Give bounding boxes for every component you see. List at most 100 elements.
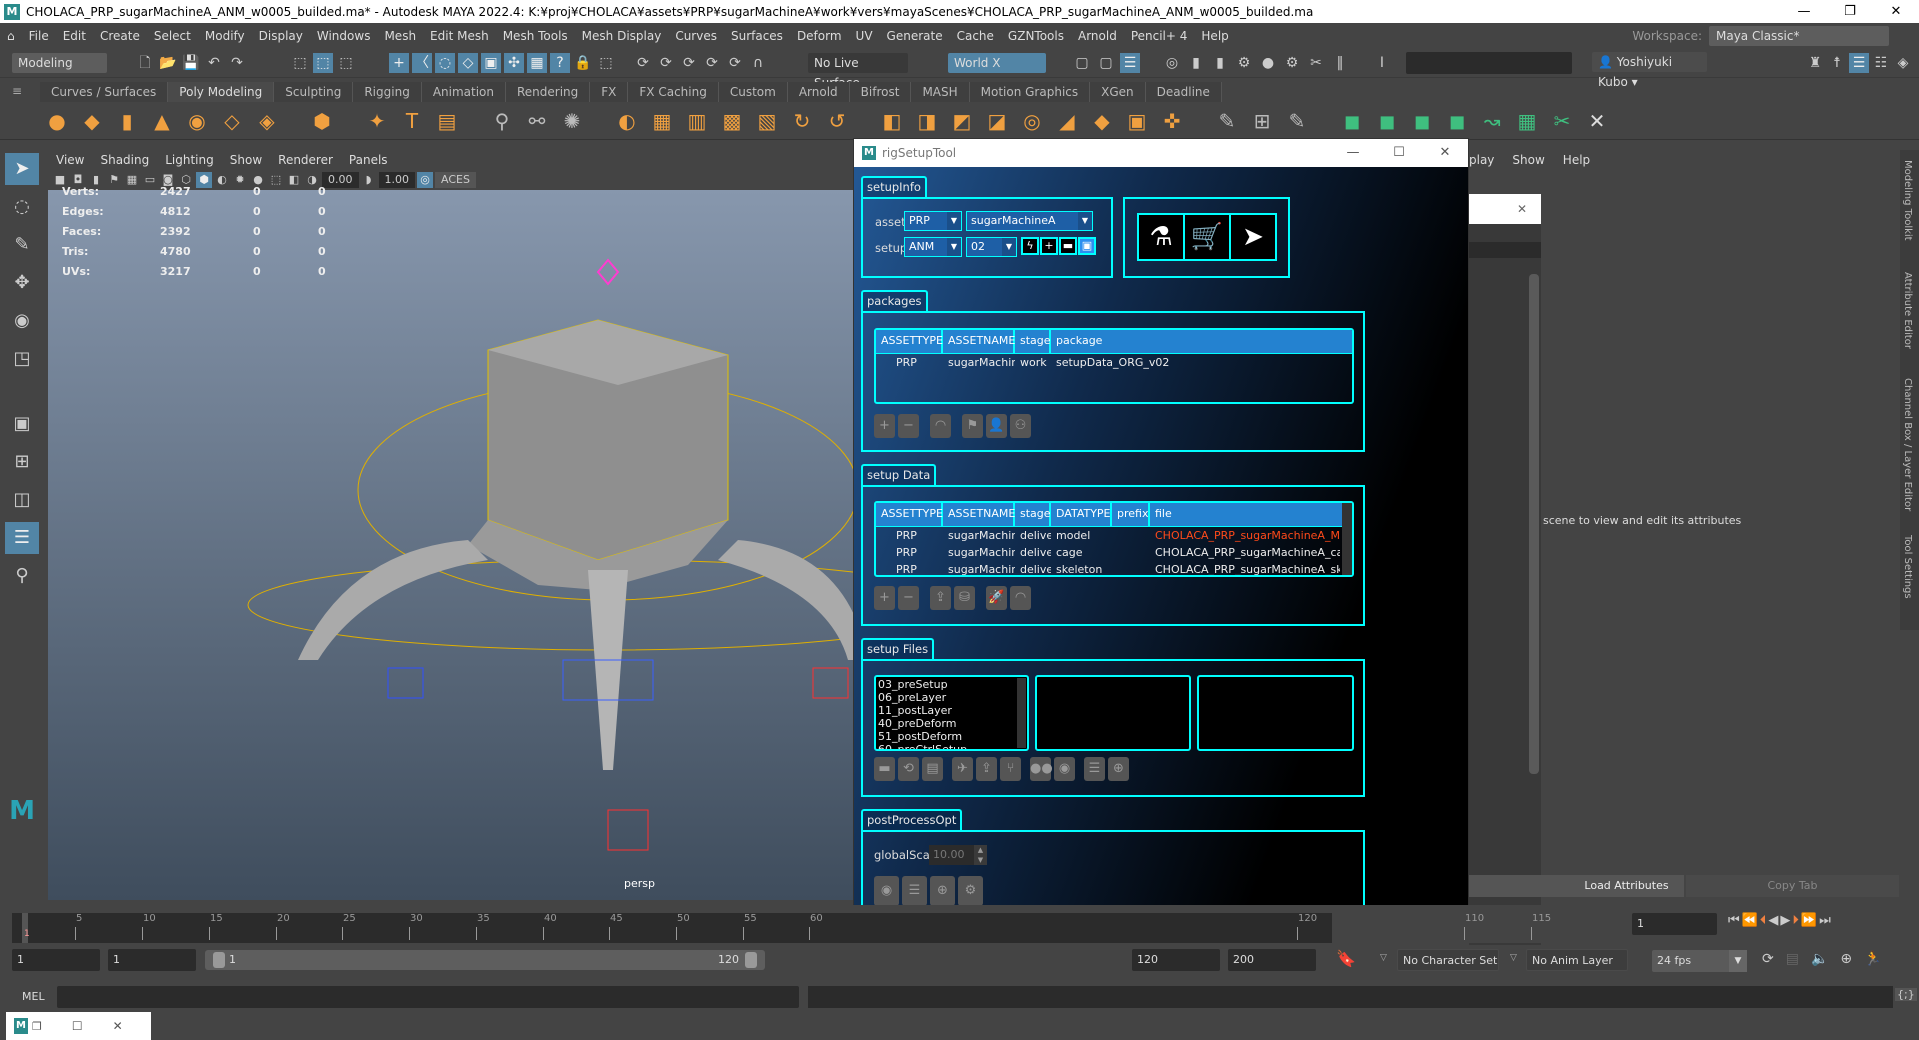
ae-menu-help[interactable]: Help (1563, 153, 1590, 167)
symmetry-icon[interactable]: ⟳ (725, 53, 745, 73)
menu-edit-mesh[interactable]: Edit Mesh (423, 29, 496, 43)
ae-menu-show[interactable]: Show (1512, 153, 1544, 167)
scrollbar[interactable] (1342, 503, 1352, 575)
shelf-tab[interactable]: MASH (911, 82, 970, 102)
play-backwards-icon[interactable]: ◀ (1768, 913, 1778, 928)
boolean-icon[interactable]: ▧ (752, 106, 782, 136)
setup-version-combo[interactable]: 02 ▼ (966, 237, 1017, 257)
single-view-icon[interactable]: ▣ (5, 408, 39, 440)
plus-icon[interactable]: + (1040, 237, 1058, 255)
poly-disc-icon[interactable]: ◈ (252, 106, 282, 136)
poly-sphere-icon[interactable]: ● (42, 106, 72, 136)
color-space-field[interactable]: ACES (435, 172, 476, 188)
folder-icon[interactable]: ▬ (1059, 237, 1077, 255)
live-surface-field[interactable]: No Live Surface (808, 53, 908, 90)
column-header[interactable]: stage (1015, 503, 1051, 526)
list-item[interactable]: 60_preCtrlSetup (878, 743, 1025, 749)
minimized-window[interactable]: M ❐ ☐ ✕ (6, 1012, 151, 1040)
menu-deform[interactable]: Deform (790, 29, 849, 43)
fps-dropdown[interactable]: 24 fps ▼ (1652, 950, 1747, 972)
end-time-field[interactable]: 200 (1228, 949, 1316, 971)
bookmark-add-icon[interactable]: 🔖 (1336, 949, 1356, 968)
shelf-tab[interactable]: Custom (718, 82, 788, 102)
document-icon[interactable]: ▤ (922, 757, 943, 781)
wedge-icon[interactable]: ◢ (1052, 106, 1082, 136)
bridge-faces-icon[interactable]: ◩ (947, 106, 977, 136)
setup-type-combo[interactable]: ANM ▼ (904, 237, 962, 257)
exposure-field[interactable]: 0.00 (322, 172, 359, 188)
axis-field[interactable]: World X (948, 53, 1046, 73)
undo-icon[interactable]: ↶ (204, 53, 224, 73)
column-header[interactable]: file (1150, 503, 1352, 526)
open-scene-icon[interactable]: 📂 (158, 53, 178, 73)
insert-loop-icon[interactable]: ⊞ (1247, 106, 1277, 136)
wifi-icon[interactable]: ◠ (930, 414, 951, 438)
select-tool-icon[interactable]: ➤ (5, 153, 39, 185)
select-component-icon[interactable]: ⬚ (336, 53, 356, 73)
dialog-close-button[interactable]: ✕ (1422, 139, 1468, 167)
render-icon[interactable]: ▮ (1186, 53, 1206, 73)
global-scale-field[interactable]: 10.00 (929, 845, 974, 865)
list-icon[interactable]: ☰ (902, 876, 927, 906)
load-attributes-button[interactable]: Load Attributes (1469, 875, 1684, 897)
mode-dropdown[interactable]: Modeling (12, 53, 107, 73)
shelf-tab[interactable]: Bifrost (849, 82, 912, 102)
render-view-icon[interactable]: ▢ (1072, 53, 1092, 73)
pause-icon[interactable]: ‖ (1330, 53, 1350, 73)
setupdata-table[interactable]: ASSETTYPE ASSETNAME stage DATATYPE prefi… (874, 501, 1354, 577)
loop-icon[interactable]: ⟳ (1762, 951, 1774, 967)
list-item[interactable]: 06_preLayer (878, 691, 1025, 704)
menu-gzntools[interactable]: GZNTools (1001, 29, 1071, 43)
play-forwards-icon[interactable]: ▶ (1780, 913, 1790, 928)
lasso-tool-icon[interactable]: ◌ (5, 191, 39, 223)
cart-icon[interactable]: 🛒 (1183, 213, 1231, 261)
list-item[interactable]: 51_postDeform (878, 730, 1025, 743)
outliner-layout-icon[interactable]: ☰ (5, 522, 39, 554)
menu-display[interactable]: Display (252, 29, 310, 43)
render-options-icon[interactable]: ⚙ (1234, 53, 1254, 73)
attribute-editor-icon[interactable]: ☰ (1849, 53, 1869, 73)
spherical-uv-icon[interactable]: ◼ (1442, 106, 1472, 136)
maximize-icon[interactable]: ☐ (72, 1019, 83, 1033)
menu-pencil[interactable]: Pencil+ 4 (1124, 29, 1195, 43)
hierarchy-icon[interactable]: ⚇ (1010, 414, 1031, 438)
svg-icon[interactable]: ▤ (432, 106, 462, 136)
bridge-icon[interactable]: ↻ (787, 106, 817, 136)
platonic-icon[interactable]: ⬢ (307, 106, 337, 136)
range-end-handle[interactable] (745, 952, 757, 968)
shelf-tab[interactable]: Sculpting (274, 82, 354, 102)
setup-files-list[interactable]: 03_preSetup 06_preLayer 11_postLayer 40_… (874, 675, 1029, 751)
add-icon[interactable]: + (874, 586, 895, 610)
snap-surface-icon[interactable]: ▣ (481, 53, 501, 73)
scrollbar[interactable] (1017, 678, 1026, 748)
arnold-tool-icon[interactable]: ✂ (1306, 53, 1326, 73)
crosshair-icon[interactable]: ⊕ (930, 876, 955, 906)
auto-uv-icon[interactable]: ↝ (1477, 106, 1507, 136)
lock-icon[interactable]: ▣ (1078, 237, 1096, 255)
viewport-menu-show[interactable]: Show (222, 153, 270, 167)
smooth-icon[interactable]: ▩ (717, 106, 747, 136)
eye-icon[interactable]: ◉ (874, 876, 899, 906)
chevron-down-icon[interactable]: ▽ (1510, 953, 1517, 963)
menu-windows[interactable]: Windows (310, 29, 378, 43)
poly-cylinder-icon[interactable]: ▮ (112, 106, 142, 136)
shelf-menu-icon[interactable]: ≡ (12, 84, 22, 98)
search-icon[interactable]: ⚲ (5, 560, 39, 592)
cut-uv-icon[interactable]: ✂ (1547, 106, 1577, 136)
four-view-icon[interactable]: ⊞ (5, 446, 39, 478)
side-tab-channel-box[interactable]: Channel Box / Layer Editor (1902, 378, 1913, 511)
poke-icon[interactable]: ◆ (1087, 106, 1117, 136)
sew-uv-icon[interactable]: ✕ (1582, 106, 1612, 136)
redo-icon[interactable]: ↷ (227, 53, 247, 73)
start-time-field[interactable]: 1 (12, 949, 100, 971)
restore-icon[interactable]: ❐ (32, 1020, 42, 1033)
render-frame-icon[interactable]: ▢ (1096, 53, 1116, 73)
hypershade-icon[interactable]: ● (1258, 53, 1278, 73)
eye-icon[interactable]: ◉ (1054, 757, 1075, 781)
particle-icon[interactable]: ✺ (557, 106, 587, 136)
layout-uv-icon[interactable]: ▦ (1512, 106, 1542, 136)
column-header[interactable]: DATATYPE (1051, 503, 1112, 526)
gamma-field[interactable]: 1.00 (378, 172, 415, 188)
lock-icon[interactable]: 🔒 (573, 53, 593, 73)
menu-surfaces[interactable]: Surfaces (724, 29, 790, 43)
